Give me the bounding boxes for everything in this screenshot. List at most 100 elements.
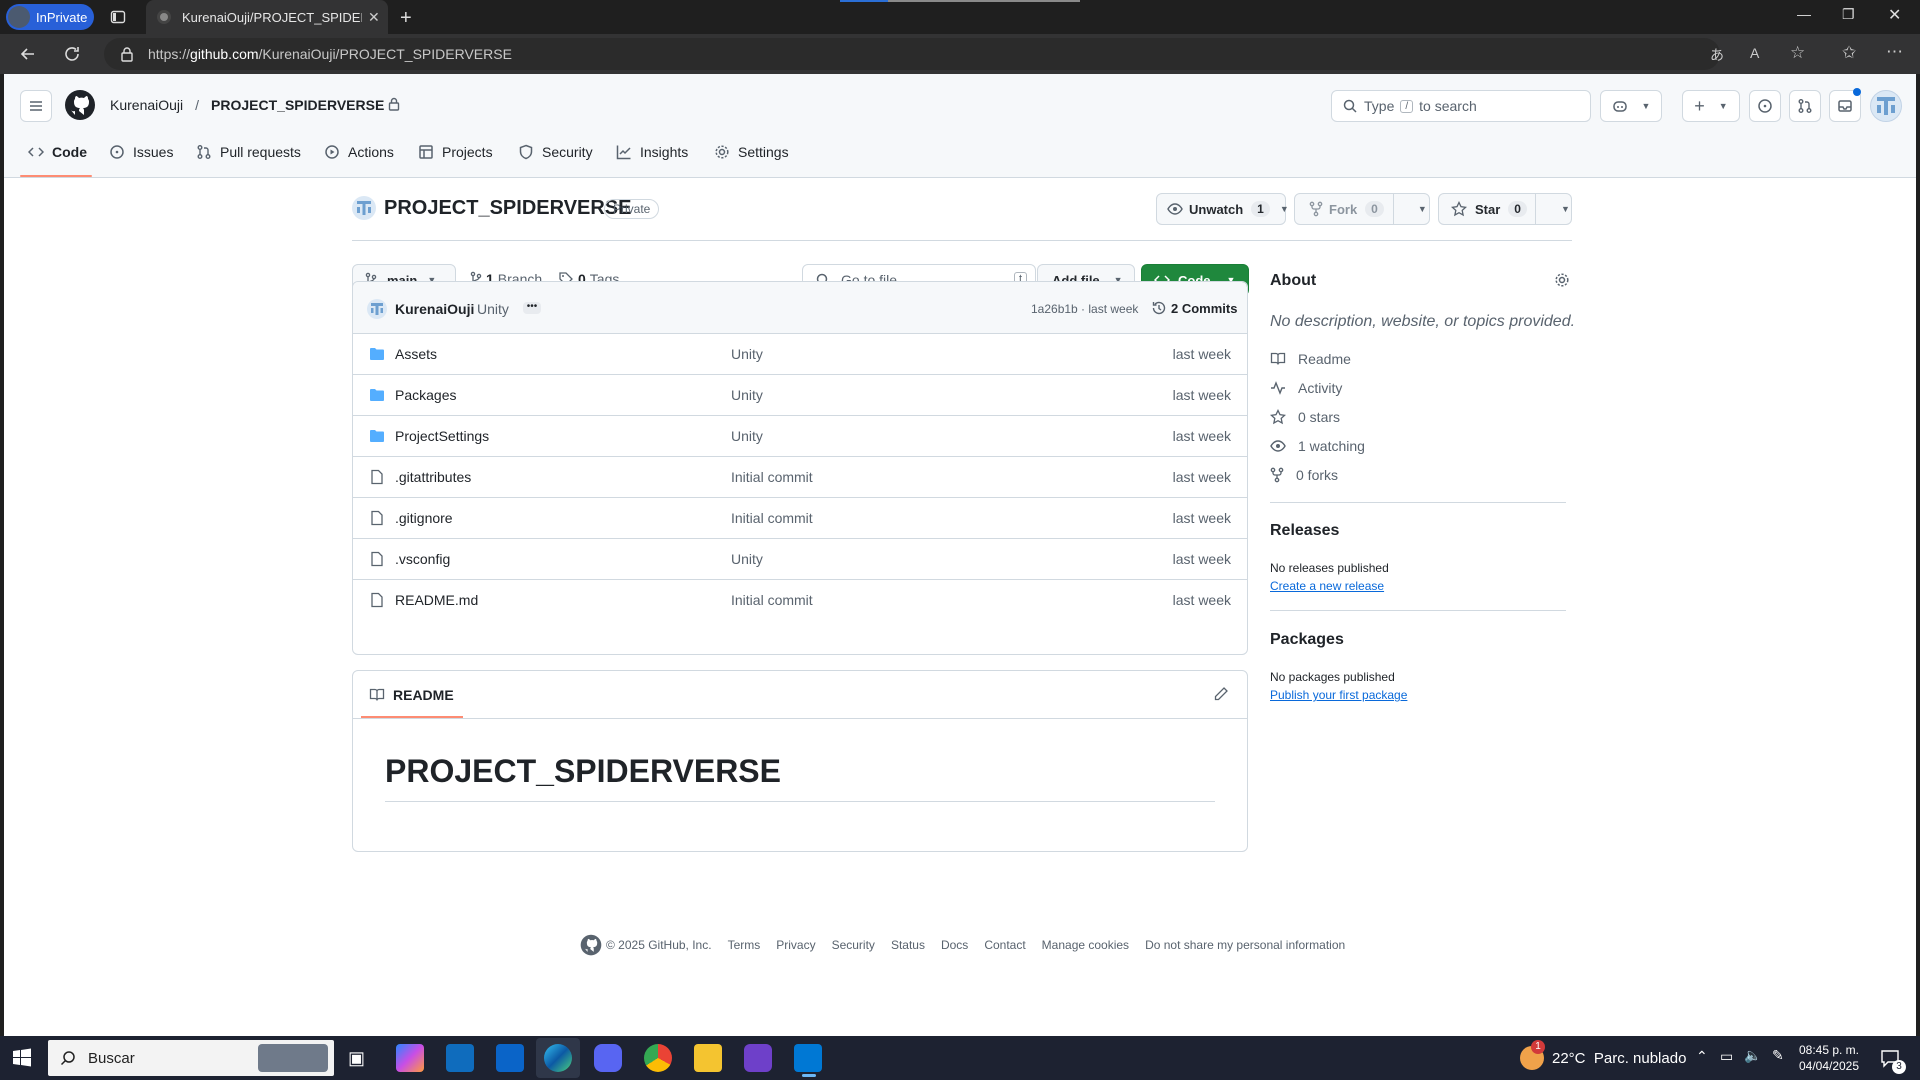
address-bar[interactable]: https://github.com/KurenaiOuji/PROJECT_S… — [104, 38, 1720, 70]
footer-link-do-not-share[interactable]: Do not share my personal information — [1145, 938, 1345, 952]
copilot-button[interactable]: ▼ — [1600, 90, 1662, 122]
refresh-icon[interactable] — [62, 44, 82, 64]
publish-package-link[interactable]: Publish your first package — [1270, 688, 1407, 702]
tab-actions[interactable]: Actions — [324, 132, 394, 172]
tab-insights[interactable]: Insights — [616, 132, 688, 172]
tab-issues[interactable]: Issues — [109, 132, 173, 172]
watching-link[interactable]: 1 watching — [1270, 438, 1365, 454]
tab-projects[interactable]: Projects — [418, 132, 493, 172]
tab-security[interactable]: Security — [518, 132, 593, 172]
file-commit-message[interactable]: Initial commit — [731, 510, 813, 526]
task-view-icon[interactable]: ▣ — [348, 1048, 365, 1069]
packages-title[interactable]: Packages — [1270, 631, 1344, 649]
forks-link[interactable]: 0 forks — [1270, 467, 1338, 483]
more-menu-icon[interactable]: ⋯ — [1886, 42, 1903, 62]
pen-icon[interactable]: ✎ — [1772, 1047, 1784, 1064]
table-row[interactable]: ProjectSettings Unity last week — [353, 415, 1247, 456]
unwatch-button[interactable]: Unwatch 1 ▼ — [1156, 193, 1289, 225]
inprivate-badge[interactable]: InPrivate — [6, 4, 94, 30]
favorite-star-icon[interactable]: ☆ — [1790, 43, 1805, 63]
windows-start-icon[interactable] — [12, 1048, 32, 1068]
commit-message[interactable]: Unity — [477, 301, 509, 317]
volume-icon[interactable]: 🔈 — [1744, 1047, 1761, 1064]
github-desktop-icon[interactable] — [744, 1044, 772, 1072]
search-input[interactable]: Type / to search — [1331, 90, 1591, 122]
close-tab-icon[interactable]: ✕ — [368, 9, 380, 26]
file-name[interactable]: Assets — [395, 346, 437, 362]
table-row[interactable]: Assets Unity last week — [353, 333, 1247, 374]
file-name[interactable]: .vsconfig — [395, 551, 450, 567]
browser-tab[interactable]: KurenaiOuji/PROJECT_SPIDERVERSE ✕ — [146, 0, 388, 34]
footer-link-contact[interactable]: Contact — [984, 938, 1025, 952]
star-button[interactable]: Star 0 ▼ — [1438, 193, 1572, 225]
restore-icon[interactable]: ❐ — [1842, 6, 1855, 23]
pull-requests-icon[interactable] — [1789, 90, 1821, 122]
readme-tab[interactable]: README — [369, 687, 454, 703]
file-name[interactable]: Packages — [395, 387, 456, 403]
taskbar-search[interactable]: Buscar — [48, 1040, 334, 1076]
file-name[interactable]: .gitattributes — [395, 469, 471, 485]
releases-title[interactable]: Releases — [1270, 522, 1339, 540]
table-row[interactable]: README.md Initial commit last week — [353, 579, 1247, 620]
back-icon[interactable] — [18, 44, 38, 64]
owner-link[interactable]: KurenaiOuji — [110, 97, 183, 113]
minimize-icon[interactable]: — — [1797, 6, 1811, 22]
footer-link-status[interactable]: Status — [891, 938, 925, 952]
commits-link[interactable]: 2 Commits — [1151, 300, 1237, 316]
file-name[interactable]: ProjectSettings — [395, 428, 489, 444]
footer-link-security[interactable]: Security — [832, 938, 875, 952]
favorites-icon[interactable]: ✩ — [1842, 43, 1856, 63]
table-row[interactable]: .gitignore Initial commit last week — [353, 497, 1247, 538]
discord-app-icon[interactable] — [594, 1044, 622, 1072]
clock[interactable]: 08:45 p. m. 04/04/2025 — [1796, 1042, 1862, 1074]
repo-title[interactable]: PROJECT_SPIDERVERSE — [384, 197, 632, 220]
table-row[interactable]: .vsconfig Unity last week — [353, 538, 1247, 579]
footer-link-cookies[interactable]: Manage cookies — [1042, 938, 1129, 952]
file-explorer-icon[interactable] — [694, 1044, 722, 1072]
edge-app-icon[interactable] — [544, 1044, 572, 1072]
copilot-app-icon[interactable] — [396, 1044, 424, 1072]
activity-link[interactable]: Activity — [1270, 380, 1342, 396]
edit-pencil-icon[interactable] — [1213, 686, 1229, 702]
file-commit-message[interactable]: Initial commit — [731, 592, 813, 608]
hamburger-menu-icon[interactable] — [20, 90, 52, 122]
github-logo-icon[interactable] — [64, 89, 96, 121]
create-release-link[interactable]: Create a new release — [1270, 579, 1384, 593]
footer-link-terms[interactable]: Terms — [728, 938, 761, 952]
user-avatar[interactable] — [1870, 90, 1902, 122]
footer-link-privacy[interactable]: Privacy — [776, 938, 815, 952]
outlook-app-icon[interactable] — [496, 1044, 524, 1072]
new-tab-icon[interactable]: + — [400, 7, 412, 30]
commit-author[interactable]: KurenaiOuji — [395, 301, 474, 317]
fork-button[interactable]: Fork 0 ▼ — [1294, 193, 1430, 225]
repo-link[interactable]: PROJECT_SPIDERVERSE — [211, 97, 384, 113]
github-footer-logo-icon[interactable] — [580, 934, 602, 956]
issues-icon[interactable] — [1749, 90, 1781, 122]
table-row[interactable]: Packages Unity last week — [353, 374, 1247, 415]
file-commit-message[interactable]: Initial commit — [731, 469, 813, 485]
expand-commit-icon[interactable]: ••• — [523, 302, 541, 314]
show-hidden-icons[interactable]: ⌃ — [1696, 1048, 1708, 1065]
tab-code[interactable]: Code — [28, 132, 87, 172]
table-row[interactable]: .gitattributes Initial commit last week — [353, 456, 1247, 497]
weather-text[interactable]: 22°C Parc. nublado — [1552, 1050, 1686, 1067]
file-commit-message[interactable]: Unity — [731, 387, 763, 403]
read-aloud-icon[interactable]: A — [1750, 45, 1759, 61]
about-settings-icon[interactable] — [1554, 272, 1570, 288]
readme-link[interactable]: Readme — [1270, 351, 1351, 367]
file-commit-message[interactable]: Unity — [731, 551, 763, 567]
tab-actions-icon[interactable] — [110, 9, 126, 25]
file-commit-message[interactable]: Unity — [731, 346, 763, 362]
store-app-icon[interactable] — [446, 1044, 474, 1072]
network-icon[interactable]: ▭ — [1720, 1048, 1733, 1065]
tab-settings[interactable]: Settings — [714, 132, 789, 172]
chrome-app-icon[interactable] — [644, 1044, 672, 1072]
commit-hash-time[interactable]: 1a26b1b · last week — [1031, 302, 1138, 316]
footer-link-docs[interactable]: Docs — [941, 938, 968, 952]
tab-pull-requests[interactable]: Pull requests — [196, 132, 301, 172]
create-new-button[interactable]: + ▼ — [1682, 90, 1740, 122]
file-name[interactable]: .gitignore — [395, 510, 453, 526]
stars-link[interactable]: 0 stars — [1270, 409, 1340, 425]
file-commit-message[interactable]: Unity — [731, 428, 763, 444]
vscode-app-icon[interactable] — [794, 1044, 822, 1072]
